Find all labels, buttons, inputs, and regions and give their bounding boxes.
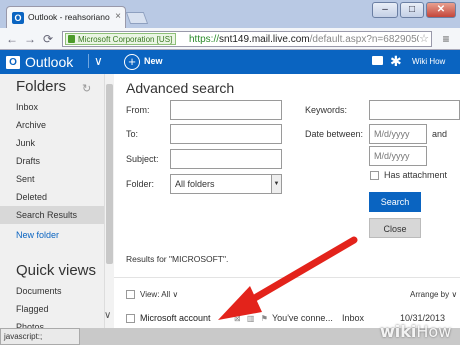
ev-certificate-label: Microsoft Corporation [US]: [78, 35, 173, 44]
folder-item-inbox[interactable]: Inbox: [0, 98, 104, 116]
collapse-chevron-icon[interactable]: ∨: [104, 310, 111, 321]
folder-select-value: All folders: [175, 179, 215, 189]
results-for-text: Results for "MICROSOFT".: [126, 254, 229, 264]
message-subject: You've conne...: [272, 313, 333, 323]
folder-item-junk[interactable]: Junk: [0, 134, 104, 152]
folder-pane-scrollbar[interactable]: [104, 74, 114, 328]
view-filter-dropdown[interactable]: View: All ∨: [140, 290, 178, 299]
ev-certificate-badge[interactable]: Microsoft Corporation [US]: [65, 33, 177, 45]
dropdown-arrow-icon: ▼: [271, 175, 281, 193]
subject-field[interactable]: [170, 149, 282, 169]
advanced-search-panel: Advanced search From: To: Subject: Folde…: [114, 74, 460, 328]
folders-heading: Folders: [16, 78, 67, 95]
view-chevron-icon: ∨: [172, 290, 179, 299]
address-bar[interactable]: Microsoft Corporation [US] https://snt14…: [62, 31, 432, 47]
divider: [114, 277, 460, 278]
to-field[interactable]: [170, 124, 282, 144]
new-folder-link[interactable]: New folder: [0, 226, 104, 244]
subject-label: Subject:: [126, 154, 159, 164]
date-from-field[interactable]: M/d/yyyy: [369, 124, 427, 144]
messaging-icon[interactable]: [372, 56, 383, 65]
folder-label: Folder:: [126, 179, 155, 189]
tab-title: Outlook - reahsoriano@h: [28, 12, 110, 22]
watermark-wiki: wiki: [380, 322, 417, 341]
folder-item-search-results[interactable]: Search Results: [0, 206, 104, 224]
address-toolbar: ← → ⟳ Microsoft Corporation [US] https:/…: [0, 28, 460, 50]
date-to-field[interactable]: M/d/yyyy: [369, 146, 427, 166]
window-close-button[interactable]: ✕: [426, 2, 456, 18]
advanced-search-title: Advanced search: [126, 80, 235, 96]
url-path: /default.aspx?n=68290507: [309, 34, 419, 45]
watermark-how: How: [416, 322, 452, 341]
has-attachment-checkbox[interactable]: [370, 171, 379, 180]
maximize-icon: □: [408, 4, 416, 15]
url-scheme: https://: [189, 34, 220, 45]
quick-view-flagged[interactable]: Flagged: [0, 300, 104, 318]
new-plus-icon[interactable]: +: [124, 54, 140, 70]
from-field[interactable]: [170, 100, 282, 120]
minimize-icon: –: [382, 4, 388, 15]
user-name[interactable]: Wiki How: [412, 57, 445, 66]
tab-close-icon[interactable]: ×: [115, 11, 121, 22]
url-text: https://snt149.mail.live.com/default.asp…: [189, 33, 419, 46]
folder-pane: Folders ↻ Inbox Archive Junk Drafts Sent…: [0, 74, 104, 332]
quick-views-heading: Quick views: [16, 262, 97, 279]
app-switcher-chevron-icon[interactable]: ∨: [88, 54, 103, 68]
message-folder: Inbox: [342, 313, 365, 323]
wikihow-watermark: wikiHow: [380, 322, 451, 341]
browser-tab-outlook[interactable]: O Outlook - reahsoriano@h ×: [6, 6, 126, 28]
browser-titlebar: O Outlook - reahsoriano@h × – □ ✕: [0, 0, 460, 28]
new-tab-button[interactable]: [125, 12, 149, 24]
quick-view-documents[interactable]: Documents: [0, 282, 104, 300]
folder-item-archive[interactable]: Archive: [0, 116, 104, 134]
date-between-label: Date between:: [305, 129, 364, 139]
has-attachment-label: Has attachment: [384, 170, 448, 180]
arrange-by-label: Arrange by: [410, 290, 450, 299]
scrollbar-thumb[interactable]: [106, 84, 113, 264]
to-label: To:: [126, 129, 139, 139]
reload-icon[interactable]: ⟳: [40, 31, 56, 47]
status-bar: javascript:;: [0, 328, 80, 345]
from-label: From:: [126, 105, 150, 115]
message-sender: Microsoft account: [140, 313, 211, 323]
folder-item-deleted[interactable]: Deleted: [0, 188, 104, 206]
window-maximize-button[interactable]: □: [400, 2, 424, 18]
message-action-icons[interactable]: ⊠ ▥ ⚑: [234, 314, 270, 323]
folder-item-sent[interactable]: Sent: [0, 170, 104, 188]
lock-icon: [68, 35, 75, 43]
close-button[interactable]: Close: [369, 218, 421, 238]
folder-select[interactable]: All folders ▼: [170, 174, 282, 194]
select-all-checkbox[interactable]: [126, 290, 135, 299]
refresh-icon[interactable]: ↻: [82, 82, 91, 95]
search-button[interactable]: Search: [369, 192, 421, 212]
forward-arrow-icon[interactable]: →: [22, 31, 38, 47]
outlook-logo-icon[interactable]: O: [6, 56, 20, 69]
arrange-by-dropdown[interactable]: Arrange by ∨: [410, 290, 457, 299]
message-checkbox[interactable]: [126, 314, 135, 323]
keywords-label: Keywords:: [305, 105, 348, 115]
new-message-button[interactable]: New: [144, 56, 163, 66]
window-minimize-button[interactable]: –: [372, 2, 398, 18]
outlook-favicon-icon: O: [12, 12, 24, 24]
url-host: snt149.mail.live.com: [219, 34, 310, 45]
bookmark-star-icon[interactable]: ☆: [419, 32, 429, 45]
and-label: and: [432, 129, 448, 139]
close-icon: ✕: [436, 4, 446, 15]
browser-menu-icon[interactable]: ≡: [438, 31, 454, 47]
keywords-field[interactable]: [369, 100, 460, 120]
view-filter-label: View: All: [140, 290, 171, 299]
outlook-brand[interactable]: Outlook: [25, 54, 73, 70]
gear-icon[interactable]: ✱: [390, 53, 402, 70]
folder-item-drafts[interactable]: Drafts: [0, 152, 104, 170]
back-arrow-icon[interactable]: ←: [4, 31, 20, 47]
arrange-chevron-icon: ∨: [451, 290, 458, 299]
outlook-header: O Outlook ∨ + New ✱ Wiki How: [0, 50, 460, 74]
